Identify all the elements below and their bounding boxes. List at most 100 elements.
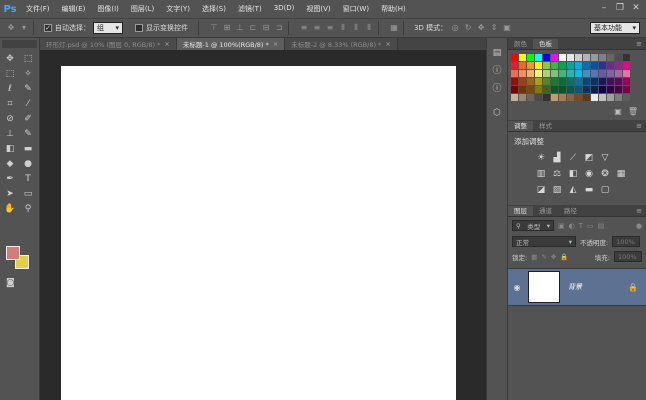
color-swatch[interactable]	[591, 70, 598, 77]
color-swatch[interactable]	[607, 78, 614, 85]
tab-channels[interactable]: 通道	[533, 206, 558, 216]
panel-menu-icon[interactable]: ≡	[636, 39, 642, 49]
zoom-tool-icon[interactable]: ⚲	[20, 202, 36, 216]
color-swatch[interactable]	[543, 70, 550, 77]
color-swatch[interactable]	[527, 70, 534, 77]
color-swatch[interactable]	[543, 62, 550, 69]
move-tool-icon[interactable]: ✥	[2, 52, 18, 66]
color-swatch[interactable]	[615, 78, 622, 85]
color-swatch[interactable]	[527, 62, 534, 69]
clone-stamp-icon[interactable]: ⊥	[2, 127, 18, 141]
color-swatch[interactable]	[511, 62, 518, 69]
color-swatch[interactable]	[511, 78, 518, 85]
show-transform-checkbox[interactable]: 显示变换控件	[135, 23, 188, 33]
color-swatch[interactable]	[567, 94, 574, 101]
color-swatch[interactable]	[583, 62, 590, 69]
opacity-field[interactable]: 100%	[612, 236, 641, 247]
color-swatch[interactable]	[519, 62, 526, 69]
gradient-map-icon[interactable]: ▬	[584, 185, 594, 195]
color-swatch[interactable]	[551, 86, 558, 93]
menu-item[interactable]: 文件(F)	[20, 4, 56, 14]
color-swatch[interactable]	[535, 70, 542, 77]
black-white-icon[interactable]: ◧	[568, 169, 578, 179]
align-hcenter-icon[interactable]: ⊟	[261, 23, 271, 33]
tab-swatches[interactable]: 色板	[533, 39, 558, 49]
color-swatch[interactable]	[519, 78, 526, 85]
color-swatch[interactable]	[519, 70, 526, 77]
threshold-icon[interactable]: ◭	[568, 185, 578, 195]
gradient-tool-icon[interactable]: ▬	[20, 142, 36, 156]
color-swatch[interactable]	[575, 86, 582, 93]
color-swatch[interactable]	[599, 78, 606, 85]
quick-select-icon[interactable]: ✎	[20, 82, 36, 96]
document-tab[interactable]: 环形灯.psd @ 10% (图层 0, RGB/8) * ×	[40, 38, 177, 50]
brush-tool-icon[interactable]: ✐	[20, 112, 36, 126]
vibrance-icon[interactable]: ▽	[600, 153, 610, 163]
document-tab[interactable]: 未标题-2 @ 8.33% (RGB/8) * ×	[285, 38, 398, 50]
pen-tool-icon[interactable]: ✒	[2, 172, 18, 186]
restore-icon[interactable]: ❐	[614, 2, 626, 14]
foreground-color-swatch[interactable]	[6, 246, 20, 260]
color-swatch[interactable]	[535, 86, 542, 93]
fill-field[interactable]: 100%	[614, 251, 642, 262]
quick-mask-icon[interactable]: ◙	[6, 278, 18, 288]
minimize-icon[interactable]: –	[598, 2, 610, 14]
eyedropper-icon[interactable]: ⁄	[20, 97, 36, 111]
color-swatch[interactable]	[583, 54, 590, 61]
color-swatch[interactable]	[527, 54, 534, 61]
info-panel-icon[interactable]: ⓘ	[489, 82, 505, 96]
lock-transparent-icon[interactable]: ▦	[531, 253, 537, 261]
dodge-tool-icon[interactable]: ●	[20, 157, 36, 171]
eraser-tool-icon[interactable]: ◧	[2, 142, 18, 156]
close-tab-icon[interactable]: ×	[385, 40, 390, 48]
menu-item[interactable]: 窗口(W)	[337, 4, 375, 14]
color-swatch[interactable]	[535, 78, 542, 85]
color-swatch[interactable]	[583, 86, 590, 93]
color-swatch[interactable]	[583, 78, 590, 85]
color-swatch[interactable]	[591, 78, 598, 85]
color-swatch[interactable]	[607, 62, 614, 69]
color-swatch[interactable]	[551, 70, 558, 77]
menu-item[interactable]: 视图(V)	[300, 4, 336, 14]
menu-item[interactable]: 文字(Y)	[160, 4, 196, 14]
distribute-right-icon[interactable]: ⦀	[364, 23, 374, 33]
move-tool-preset[interactable]: ✥ ▾	[6, 23, 29, 33]
menu-item[interactable]: 选择(S)	[196, 4, 232, 14]
color-swatch[interactable]	[615, 54, 622, 61]
distribute-top-icon[interactable]: ≡	[299, 23, 309, 33]
panel-menu-icon[interactable]: ≡	[636, 121, 642, 131]
history-brush-icon[interactable]: ✎	[20, 127, 36, 141]
color-swatch[interactable]	[527, 86, 534, 93]
color-swatch[interactable]	[615, 62, 622, 69]
filter-smart-icon[interactable]: ▤	[598, 222, 605, 230]
color-swatch[interactable]	[543, 54, 550, 61]
crop-tool-icon[interactable]: ⌗	[2, 97, 18, 111]
color-swatch[interactable]	[535, 62, 542, 69]
align-left-icon[interactable]: ⊏	[248, 23, 258, 33]
checkbox-unchecked[interactable]	[135, 24, 143, 32]
color-swatch[interactable]	[519, 86, 526, 93]
panel-grip[interactable]	[2, 40, 37, 48]
color-swatch[interactable]	[591, 54, 598, 61]
color-swatch[interactable]	[575, 54, 582, 61]
color-swatch[interactable]	[575, 94, 582, 101]
color-swatch[interactable]	[559, 86, 566, 93]
color-swatch[interactable]	[615, 94, 622, 101]
menu-item[interactable]: 编辑(E)	[56, 4, 92, 14]
brightness-icon[interactable]: ☀	[536, 153, 546, 163]
roll-3d-icon[interactable]: ↻	[463, 23, 473, 33]
history-panel-icon[interactable]: ▤	[489, 46, 505, 60]
color-lookup-icon[interactable]: ▦	[616, 169, 626, 179]
color-swatch[interactable]	[567, 86, 574, 93]
color-swatch[interactable]	[591, 62, 598, 69]
type-tool-icon[interactable]: T	[20, 172, 36, 186]
color-swatch[interactable]	[559, 62, 566, 69]
pan-3d-icon[interactable]: ✥	[476, 23, 486, 33]
align-bottom-icon[interactable]: ⊥	[235, 23, 245, 33]
hand-tool-icon[interactable]: ✋	[2, 202, 18, 216]
color-swatch[interactable]	[599, 54, 606, 61]
checkbox-checked[interactable]	[44, 24, 52, 32]
color-swatch[interactable]	[623, 78, 630, 85]
tab-paths[interactable]: 路径	[558, 206, 583, 216]
workspace-switcher[interactable]: 基本功能 ▾	[590, 22, 640, 34]
